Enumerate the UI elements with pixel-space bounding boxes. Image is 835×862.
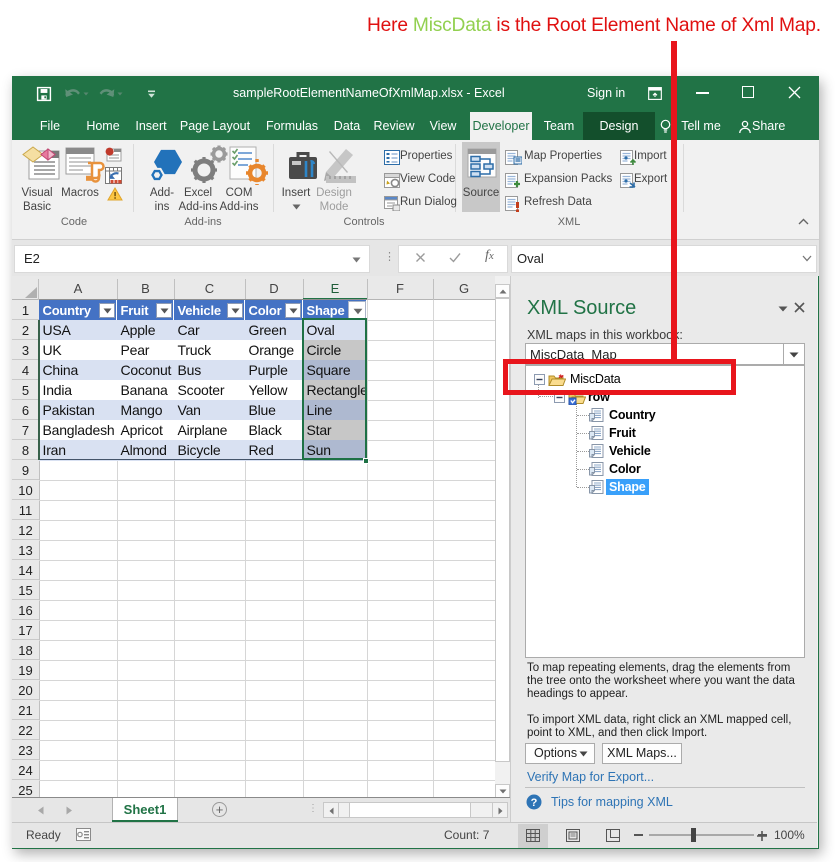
svg-text:?: ? — [531, 797, 538, 809]
